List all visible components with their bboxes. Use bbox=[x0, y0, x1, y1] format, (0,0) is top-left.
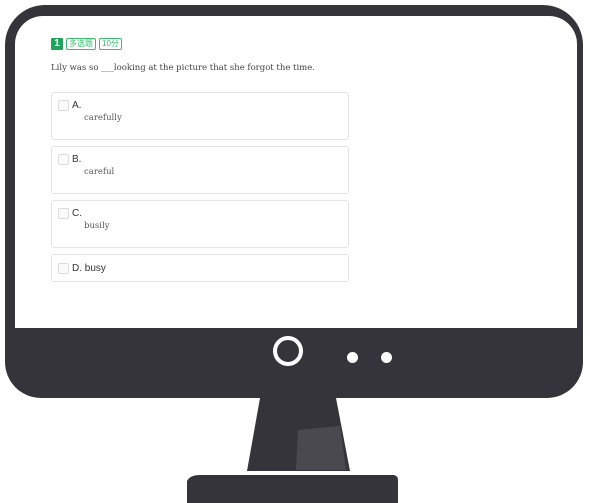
power-button-icon bbox=[273, 336, 303, 366]
option-d-label: D. busy bbox=[72, 263, 106, 274]
option-b-value: careful bbox=[84, 167, 115, 177]
option-c-checkbox[interactable] bbox=[58, 208, 69, 219]
option-c[interactable]: C. busily bbox=[51, 200, 349, 248]
indicator-dot bbox=[381, 352, 392, 363]
question-number: 1 bbox=[51, 38, 63, 50]
option-d[interactable]: D. busy bbox=[51, 254, 349, 282]
option-c-value: busily bbox=[84, 221, 110, 231]
option-a-value: carefully bbox=[84, 113, 122, 123]
question-score-tag: 10分 bbox=[99, 38, 122, 50]
option-b-letter: B. bbox=[72, 154, 82, 165]
option-b[interactable]: B. careful bbox=[51, 146, 349, 194]
question-text: Lily was so ___looking at the picture th… bbox=[51, 63, 315, 73]
option-d-checkbox[interactable] bbox=[58, 263, 69, 274]
indicator-dot bbox=[347, 352, 358, 363]
option-a[interactable]: A. carefully bbox=[51, 92, 349, 140]
option-a-letter: A. bbox=[72, 100, 82, 111]
question-type-tag: 多选题 bbox=[66, 38, 96, 50]
option-c-letter: C. bbox=[72, 208, 82, 219]
option-a-checkbox[interactable] bbox=[58, 100, 69, 111]
option-b-checkbox[interactable] bbox=[58, 154, 69, 165]
question-header: 1 多选题 10分 bbox=[51, 38, 122, 50]
